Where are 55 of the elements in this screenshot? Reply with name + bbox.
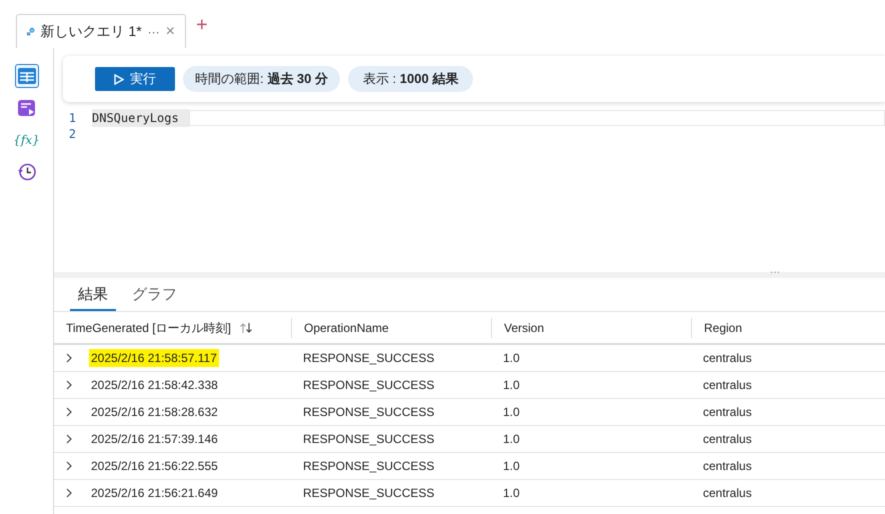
expand-chevron-icon[interactable] [66, 488, 73, 498]
table-icon [16, 67, 36, 85]
table-cell-text: centralus [703, 377, 752, 394]
line-number: 1 [68, 110, 77, 127]
table-cell-text: 1.0 [503, 377, 520, 394]
table-cell-text: RESPONSE_SUCCESS [303, 458, 434, 475]
table-cell-text: RESPONSE_SUCCESS [303, 404, 434, 421]
column-header[interactable]: TimeGenerated [ローカル時刻] [66, 318, 231, 336]
table-cell-text: RESPONSE_SUCCESS [303, 350, 434, 367]
close-tab[interactable]: × [166, 20, 175, 44]
tab-title: 新しいクエリ 1* [40, 22, 142, 41]
expand-chevron-icon[interactable] [66, 434, 73, 444]
sidebar-item[interactable] [14, 64, 38, 88]
play-icon [114, 74, 124, 84]
table-cell-text: 2025/2/16 21:56:22.555 [91, 458, 218, 475]
function-icon: {fx} [13, 134, 40, 146]
table-cell-text: RESPONSE_SUCCESS [303, 431, 434, 448]
new-tab-button[interactable]: + [196, 10, 208, 40]
table-cell-text: 1.0 [503, 458, 520, 475]
table-cell-text: RESPONSE_SUCCESS [303, 377, 434, 394]
table-cell-text: 2025/2/16 21:57:39.146 [91, 431, 218, 448]
table-cell-text: 1.0 [503, 485, 520, 502]
table-cell-text: 1.0 [503, 431, 520, 448]
query-tab[interactable]: 新しいクエリ 1* ··· × [16, 14, 186, 48]
expand-chevron-icon[interactable] [66, 461, 73, 471]
run-button[interactable]: 実行 [95, 67, 175, 91]
table-cell-text: 2025/2/16 21:58:28.632 [91, 404, 218, 421]
result-tab[interactable]: 結果 [70, 284, 116, 311]
result-limit-button[interactable]: 表示 : 1000 結果 [348, 66, 474, 92]
column-header[interactable]: Version [504, 318, 544, 336]
column-header[interactable]: OperationName [304, 318, 389, 336]
table-cell-text: centralus [703, 404, 752, 421]
table-cell-text: centralus [703, 350, 752, 367]
line-number: 2 [68, 126, 77, 143]
document-play-icon [16, 98, 36, 118]
sort-icon[interactable] [238, 322, 253, 334]
column-header[interactable]: Region [704, 318, 742, 336]
result-tab[interactable]: グラフ [124, 284, 185, 311]
table-cell-text: centralus [703, 431, 752, 448]
table-cell-text: centralus [703, 485, 752, 502]
table-cell: 2025/2/16 21:58:57.117 [89, 349, 219, 367]
more-options[interactable]: ··· [148, 22, 160, 40]
clock-history-icon [16, 162, 36, 182]
table-cell-text: 1.0 [503, 350, 520, 367]
table-cell-text: RESPONSE_SUCCESS [303, 485, 434, 502]
expand-chevron-icon[interactable] [66, 407, 73, 417]
table-cell-text: 2025/2/16 21:56:21.649 [91, 485, 218, 502]
expand-chevron-icon[interactable] [66, 353, 73, 363]
table-cell-text: 1.0 [503, 404, 520, 421]
sidebar-item[interactable]: {fx} [14, 128, 38, 152]
table-cell-text: centralus [703, 458, 752, 475]
table-cell-text: 2025/2/16 21:58:42.338 [91, 377, 218, 394]
time-range-button[interactable]: 時間の範囲: 過去 30 分 [183, 66, 340, 92]
expand-chevron-icon[interactable] [66, 380, 73, 390]
splitter-bar[interactable]: ··· [54, 272, 885, 278]
